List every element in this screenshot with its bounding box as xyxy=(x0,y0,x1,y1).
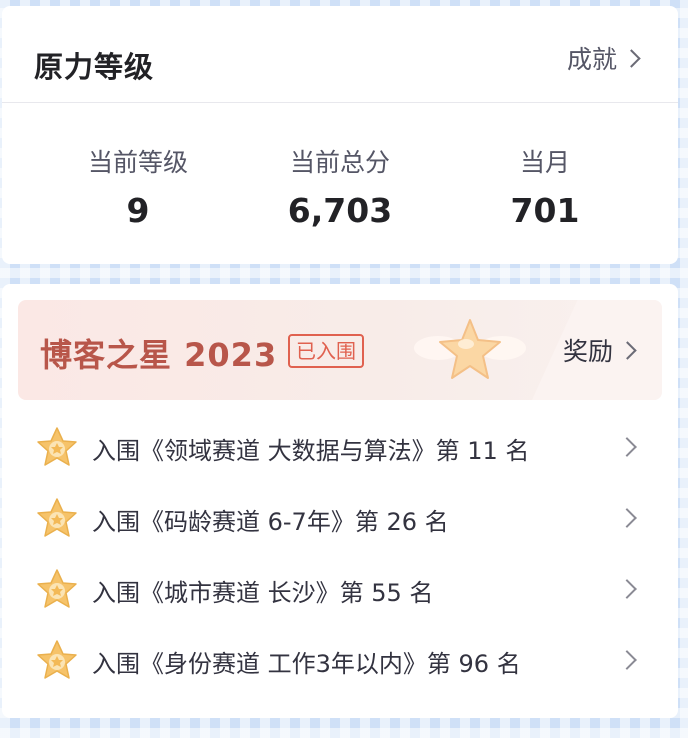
list-item-text: 入围《领域赛道 大数据与算法》第 11 名 xyxy=(92,437,530,465)
stat-label: 当月 xyxy=(519,148,570,177)
level-title: 原力等级 xyxy=(34,50,155,84)
chevron-right-icon xyxy=(622,48,641,68)
stat-label: 当前总分 xyxy=(289,148,390,177)
achievement-link[interactable]: 成就 xyxy=(566,40,641,76)
reward-label: 奖励 xyxy=(562,337,613,366)
list-item-text: 入围《身份赛道 工作3年以内》第 96 名 xyxy=(92,650,521,678)
stat-value: 6,703 xyxy=(287,191,393,230)
chevron-right-icon xyxy=(617,579,637,599)
chevron-right-icon xyxy=(618,340,637,360)
shortlist-list: 入围《领域赛道 大数据与算法》第 11 名 入围《码龄赛道 6-7年》第 26 … xyxy=(2,412,678,696)
chevron-right-icon xyxy=(617,437,637,457)
blog-star-banner[interactable]: 博客之星 2023 已入围 奖励 xyxy=(18,300,662,400)
chevron-right-icon xyxy=(617,508,637,528)
star-medal-icon xyxy=(37,498,77,537)
chevron-right-icon xyxy=(617,650,637,670)
stat-current-level: 当前等级 9 xyxy=(38,143,238,230)
star-medal-icon xyxy=(37,427,77,466)
stat-this-month: 当月 701 xyxy=(445,143,645,230)
winged-star-icon xyxy=(414,319,526,379)
stat-label: 当前等级 xyxy=(87,148,188,177)
stat-total-score: 当前总分 6,703 xyxy=(240,143,440,230)
list-item-text: 入围《码龄赛道 6-7年》第 26 名 xyxy=(92,508,449,536)
level-card: 原力等级 成就 当前等级 9 当前总分 6,703 当月 701 xyxy=(2,6,678,264)
blog-star-card: 博客之星 2023 已入围 奖励 入围《领域赛道 大数据与算法》第 11 名 入… xyxy=(2,284,678,718)
star-medal-icon xyxy=(37,569,77,608)
list-item-text: 入围《城市赛道 长沙》第 55 名 xyxy=(92,579,434,607)
star-medal-icon xyxy=(37,640,77,679)
achievement-label: 成就 xyxy=(566,45,617,74)
level-stats: 当前等级 9 当前总分 6,703 当月 701 xyxy=(2,103,678,263)
list-item[interactable]: 入围《城市赛道 长沙》第 55 名 xyxy=(2,554,678,625)
stat-value: 9 xyxy=(126,191,150,230)
shortlisted-badge: 已入围 xyxy=(288,334,364,368)
blog-star-title: 博客之星 2023 xyxy=(40,336,278,374)
list-item[interactable]: 入围《身份赛道 工作3年以内》第 96 名 xyxy=(2,625,678,696)
list-item[interactable]: 入围《领域赛道 大数据与算法》第 11 名 xyxy=(2,412,678,483)
level-card-header: 原力等级 成就 xyxy=(2,6,678,103)
reward-link[interactable]: 奖励 xyxy=(562,332,637,368)
list-item[interactable]: 入围《码龄赛道 6-7年》第 26 名 xyxy=(2,483,678,554)
stat-value: 701 xyxy=(510,191,580,230)
